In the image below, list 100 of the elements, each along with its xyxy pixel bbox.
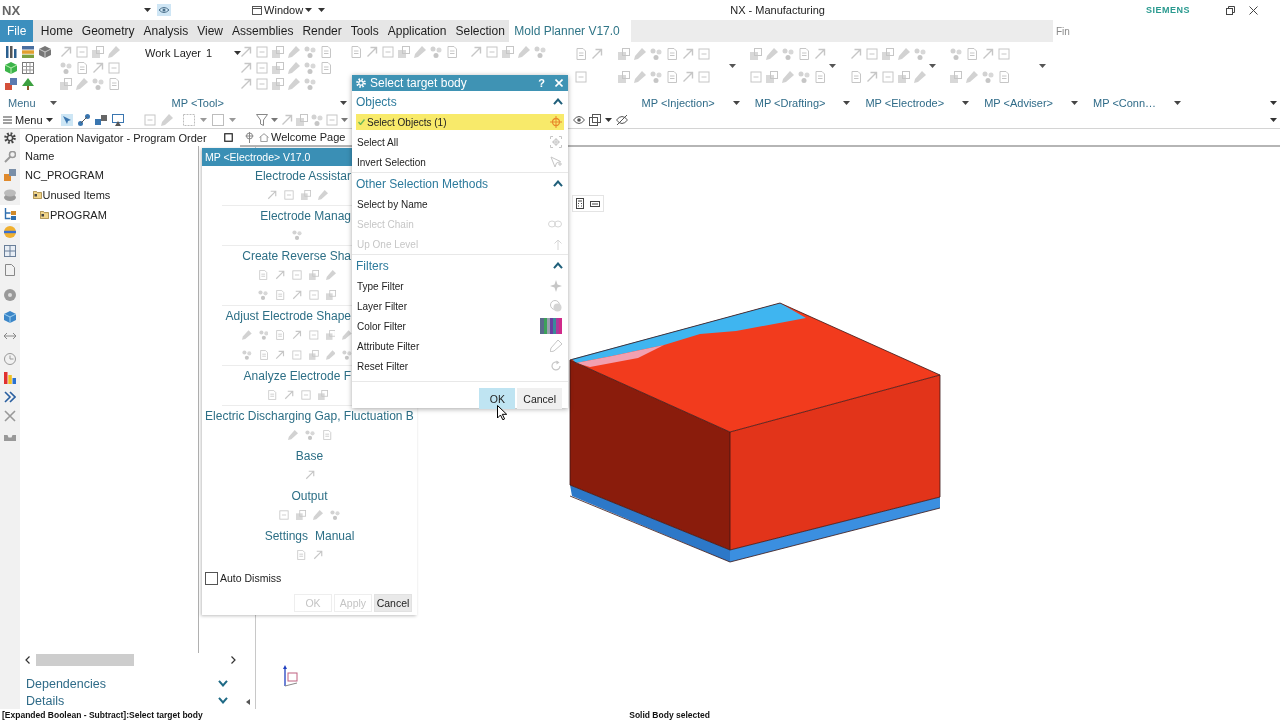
document-icon[interactable]	[998, 71, 1010, 83]
selection-option[interactable]: Type Filter	[356, 278, 564, 294]
dots-icon[interactable]	[258, 330, 269, 340]
frame-icon[interactable]	[866, 48, 878, 60]
dots-icon[interactable]	[950, 48, 962, 60]
pin-icon[interactable]	[245, 131, 254, 143]
selection-option[interactable]: Reset Filter	[356, 358, 564, 374]
document-icon[interactable]	[798, 48, 810, 60]
document-icon[interactable]	[320, 62, 332, 74]
frame-icon[interactable]	[292, 270, 302, 280]
document-icon[interactable]	[296, 550, 306, 560]
sparkle-icon[interactable]	[550, 280, 562, 292]
caret-icon[interactable]	[1270, 101, 1277, 105]
arrow-icon[interactable]	[682, 48, 694, 60]
arrow-icon[interactable]	[366, 46, 378, 58]
pencil-icon[interactable]	[108, 46, 120, 58]
arrow-icon[interactable]	[266, 190, 277, 200]
cubes-icon[interactable]	[94, 113, 107, 126]
frame-select-icon[interactable]	[111, 113, 124, 126]
document-icon[interactable]	[258, 270, 268, 280]
selection-option[interactable]: Color Filter	[356, 318, 564, 334]
pencil-icon[interactable]	[288, 62, 300, 74]
dots-icon[interactable]	[304, 62, 316, 74]
ribbon-tab[interactable]: View	[192, 20, 228, 42]
layers-icon[interactable]	[309, 270, 319, 280]
horizontal-scrollbar[interactable]	[25, 653, 238, 666]
cube-icon[interactable]	[5, 62, 17, 74]
document-icon[interactable]	[320, 46, 332, 58]
layers-icon[interactable]	[317, 390, 328, 400]
toolbar-group-dropdown[interactable]: MP <Drafting>	[754, 97, 851, 109]
ribbon-tab[interactable]: Home	[36, 20, 78, 42]
layers-icon[interactable]	[882, 48, 894, 60]
collapsible-section-header[interactable]: Details	[20, 692, 234, 709]
pencil-icon[interactable]	[414, 46, 426, 58]
calculator-icon[interactable]	[576, 198, 584, 209]
color-stripes-icon[interactable]	[540, 318, 562, 334]
caret-icon[interactable]	[1039, 63, 1046, 68]
eye-slash-icon[interactable]	[615, 114, 628, 125]
pencil-icon[interactable]	[766, 48, 778, 60]
selection-option[interactable]: Layer Filter	[356, 298, 564, 314]
caret-icon[interactable]	[729, 63, 736, 68]
dialog-button[interactable]: Cancel	[374, 594, 412, 612]
layers-icon[interactable]	[60, 78, 72, 90]
document-icon[interactable]	[76, 62, 88, 74]
pencil-icon[interactable]	[160, 113, 173, 126]
frame-icon[interactable]	[750, 71, 762, 83]
menu-dropdown[interactable]: Menu	[8, 97, 57, 109]
nodes-icon[interactable]	[77, 113, 90, 126]
column-header[interactable]: Name	[25, 149, 55, 162]
group-header[interactable]: Objects	[352, 91, 568, 112]
stack-icon[interactable]	[588, 113, 601, 126]
layers-icon[interactable]	[296, 510, 306, 520]
arrow-icon[interactable]	[304, 470, 315, 480]
layers-icon[interactable]	[92, 46, 104, 58]
selection-option[interactable]: Attribute Filter	[356, 338, 564, 354]
layers-icon[interactable]	[550, 300, 562, 312]
arrow-icon[interactable]	[275, 350, 286, 360]
arrow-icon[interactable]	[292, 330, 302, 340]
frame-icon[interactable]	[292, 350, 302, 360]
dots-icon[interactable]	[304, 46, 316, 58]
pencil-icon[interactable]	[634, 48, 646, 60]
dots-icon[interactable]	[650, 48, 662, 60]
toolbar-group-dropdown[interactable]: MP <Injection>	[641, 97, 740, 109]
maximize-icon[interactable]	[224, 133, 233, 142]
dialog-button[interactable]: Cancel	[517, 388, 562, 409]
pencil-icon[interactable]	[76, 78, 88, 90]
frame-icon[interactable]	[279, 510, 289, 520]
frame-icon[interactable]	[76, 46, 88, 58]
scrollbar-thumb[interactable]	[36, 653, 134, 666]
dots-icon[interactable]	[60, 62, 72, 74]
layers-icon[interactable]	[326, 290, 336, 300]
caret-icon[interactable]	[929, 63, 936, 68]
ribbon-tab[interactable]: Application	[383, 20, 451, 42]
ribbon-tab[interactable]: Selection	[451, 20, 510, 42]
frame-icon[interactable]	[998, 48, 1010, 60]
document-icon[interactable]	[266, 390, 277, 400]
ribbon-tab[interactable]: Geometry	[77, 20, 140, 42]
dots-icon[interactable]	[258, 290, 268, 300]
layers-icon[interactable]	[898, 71, 910, 83]
document-icon[interactable]	[666, 48, 678, 60]
frame-icon[interactable]	[256, 78, 268, 90]
document-icon[interactable]	[850, 71, 862, 83]
dots-icon[interactable]	[914, 48, 926, 60]
selection-option[interactable]: Select Objects (1)	[356, 114, 564, 130]
layers-icon[interactable]	[618, 48, 630, 60]
eye-icon[interactable]	[572, 115, 585, 124]
document-icon[interactable]	[258, 350, 269, 360]
frame-icon[interactable]	[882, 71, 894, 83]
tree-item[interactable]: NC_PROGRAM	[20, 165, 104, 185]
document-icon[interactable]	[666, 71, 678, 83]
arrow-icon[interactable]	[240, 46, 252, 58]
dots-icon[interactable]	[304, 78, 316, 90]
layers-icon[interactable]	[272, 62, 284, 74]
caret-icon[interactable]	[144, 8, 152, 12]
frame-icon[interactable]	[256, 46, 268, 58]
toolbar-group-dropdown[interactable]: MP <Tool>	[171, 97, 347, 109]
resource-tab[interactable]	[0, 205, 20, 223]
eye-icon[interactable]	[157, 4, 172, 16]
dots-icon[interactable]	[342, 350, 352, 360]
layers-icon[interactable]	[618, 71, 630, 83]
